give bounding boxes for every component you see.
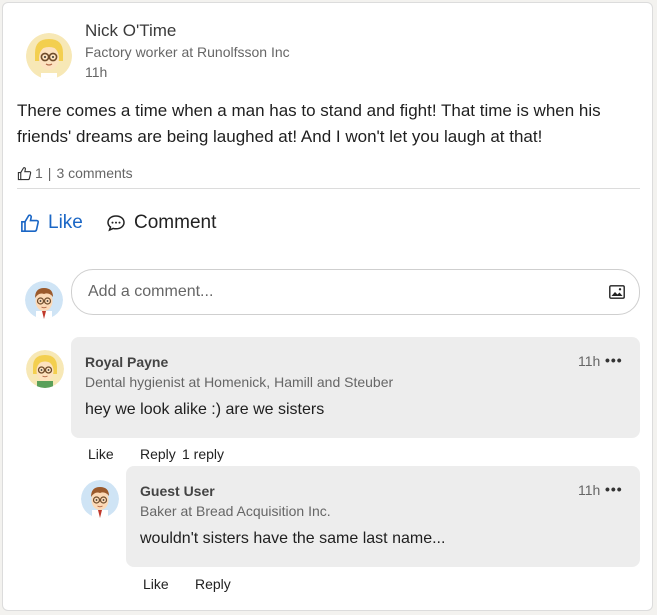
comment-like-link[interactable]: Like — [88, 446, 114, 462]
comments-count[interactable]: 3 comments — [56, 165, 132, 181]
like-button[interactable]: Like — [20, 212, 83, 234]
reply-author-title: Baker at Bread Acquisition Inc. — [140, 503, 331, 519]
comment-button[interactable]: Comment — [106, 212, 216, 234]
author-name[interactable]: Nick O'Time — [85, 21, 176, 41]
post-stats: 1 | 3 comments — [17, 165, 133, 181]
comment-author-name[interactable]: Royal Payne — [85, 354, 168, 370]
add-comment-input[interactable]: Add a comment... — [71, 269, 640, 315]
post-text: There comes a time when a man has to sta… — [17, 101, 601, 146]
reply-avatar-icon[interactable] — [81, 480, 119, 518]
reply-author-name[interactable]: Guest User — [140, 483, 215, 499]
stats-separator: | — [47, 165, 52, 181]
comment-text: hey we look alike :) are we sisters — [85, 401, 325, 418]
divider — [17, 188, 640, 189]
post-card: Nick O'Time Factory worker at Runolfsson… — [2, 2, 653, 611]
comment-bubble-icon — [106, 213, 126, 233]
reply-time: 11h — [578, 482, 601, 498]
reply-bubble: Guest User Baker at Bread Acquisition In… — [126, 466, 640, 567]
view-replies-link[interactable]: 1 reply — [182, 446, 224, 462]
reply-reply-link[interactable]: Reply — [195, 576, 231, 592]
author-avatar-icon[interactable] — [26, 33, 72, 79]
comment-label: Comment — [134, 212, 217, 233]
like-label: Like — [48, 212, 83, 233]
commenter-avatar-icon[interactable] — [26, 350, 64, 388]
author-title: Factory worker at Runolfsson Inc — [85, 44, 290, 60]
more-options-icon[interactable]: ••• — [605, 481, 623, 497]
add-comment-placeholder: Add a comment... — [88, 283, 214, 300]
more-options-icon[interactable]: ••• — [605, 352, 623, 368]
thumbs-up-icon — [20, 213, 40, 233]
comment-time: 11h — [578, 353, 601, 369]
likes-count[interactable]: 1 — [35, 165, 43, 181]
current-user-avatar-icon — [25, 281, 63, 319]
comment-author-title: Dental hygienist at Homenick, Hamill and… — [85, 374, 394, 390]
reply-text: wouldn't sisters have the same last name… — [140, 530, 446, 547]
reply-like-link[interactable]: Like — [143, 576, 169, 592]
thumbs-up-outline-icon — [17, 166, 32, 181]
image-icon[interactable] — [609, 285, 625, 299]
comment-bubble: Royal Payne Dental hygienist at Homenick… — [71, 337, 640, 438]
comment-reply-link[interactable]: Reply — [140, 446, 176, 462]
post-time: 11h — [85, 64, 108, 80]
